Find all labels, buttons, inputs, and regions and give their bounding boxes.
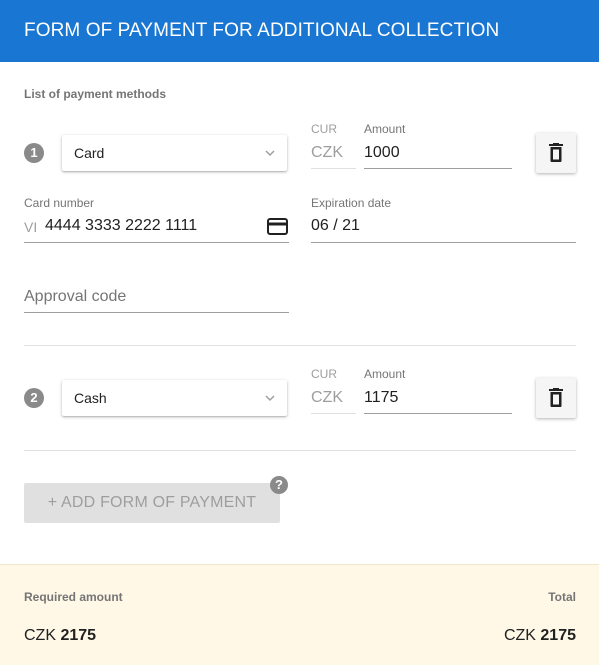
required-amount-label: Required amount — [24, 590, 123, 604]
currency-value: CZK — [311, 144, 343, 161]
expiration-label: Expiration date — [311, 196, 392, 210]
page-title: FORM OF PAYMENT FOR ADDITIONAL COLLECTIO… — [24, 20, 500, 41]
expiration-input[interactable]: 06 / 21 — [311, 217, 360, 235]
page-header: FORM OF PAYMENT FOR ADDITIONAL COLLECTIO… — [0, 0, 599, 62]
payment-method-value: Card — [74, 145, 105, 161]
currency-value: CZK — [311, 389, 343, 406]
amount-underline — [364, 413, 512, 414]
delete-payment-button[interactable] — [536, 378, 576, 418]
approval-code-underline — [24, 312, 289, 313]
payment-method-select[interactable]: Card — [62, 135, 287, 171]
total-amount-number: 2175 — [540, 627, 576, 644]
card-number-input[interactable]: 4444 3333 2222 1111 — [45, 217, 197, 235]
help-icon[interactable]: ? — [270, 476, 288, 494]
required-amount-value: CZK 2175 — [24, 627, 96, 645]
currency-label: CUR — [311, 122, 337, 136]
chevron-down-icon — [265, 150, 275, 157]
chevron-down-icon — [265, 395, 275, 402]
payment-method-select[interactable]: Cash — [62, 380, 287, 416]
section-divider — [24, 345, 576, 346]
expiration-underline — [311, 242, 576, 243]
total-currency: CZK — [503, 627, 536, 644]
total-label: Total — [548, 590, 576, 604]
total-value: CZK 2175 — [504, 627, 576, 645]
card-type-prefix: VI — [24, 219, 38, 235]
totals-footer: Required amount Total CZK 2175 CZK 2175 — [0, 564, 599, 665]
amount-label: Amount — [364, 122, 406, 136]
card-number-underline — [24, 242, 289, 243]
card-number-label: Card number — [24, 196, 95, 210]
required-amount-number: 2175 — [60, 627, 97, 644]
approval-code-input[interactable]: Approval code — [24, 288, 126, 306]
payment-method-value: Cash — [74, 390, 107, 406]
amount-input[interactable]: 1000 — [364, 144, 400, 162]
trash-icon — [549, 143, 563, 162]
section-label: List of payment methods — [24, 87, 167, 101]
currency-label: CUR — [311, 367, 337, 381]
amount-label: Amount — [364, 367, 406, 381]
amount-input[interactable]: 1175 — [364, 389, 398, 407]
payment-number-badge: 1 — [24, 143, 44, 163]
add-form-of-payment-button[interactable]: + ADD FORM OF PAYMENT — [24, 483, 280, 523]
delete-payment-button[interactable] — [536, 133, 576, 173]
currency-underline — [311, 168, 356, 169]
payment-number-badge: 2 — [24, 388, 44, 408]
trash-icon — [549, 388, 563, 407]
required-currency: CZK — [24, 627, 56, 644]
credit-card-icon — [267, 218, 288, 235]
section-divider — [24, 450, 576, 451]
amount-underline — [364, 168, 512, 169]
currency-underline — [311, 413, 356, 414]
